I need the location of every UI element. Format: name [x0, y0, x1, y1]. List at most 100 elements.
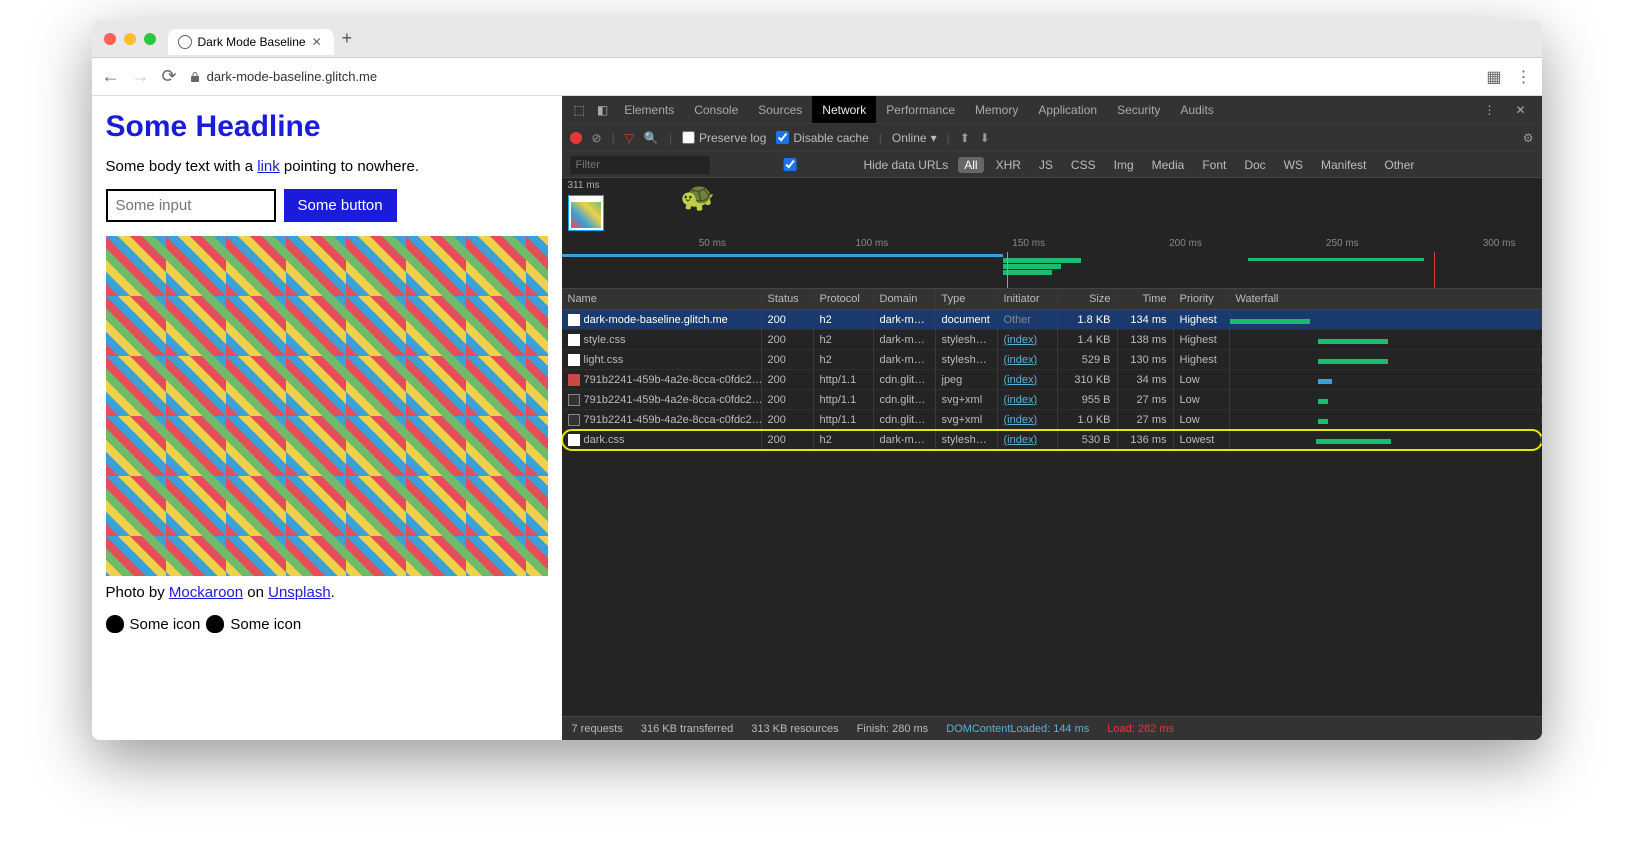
col-protocol[interactable]: Protocol [814, 289, 874, 309]
file-icon [568, 414, 580, 426]
filter-input[interactable] [570, 156, 710, 174]
col-status[interactable]: Status [762, 289, 814, 309]
network-row[interactable]: 791b2241-459b-4a2e-8cca-c0fdc2…200http/1… [562, 370, 1542, 390]
network-row[interactable]: light.css200h2dark-mo…stylesheet(index)5… [562, 350, 1542, 370]
network-row[interactable]: 791b2241-459b-4a2e-8cca-c0fdc2…200http/1… [562, 390, 1542, 410]
initiator-link[interactable]: (index) [1004, 334, 1038, 346]
filter-type-media[interactable]: Media [1146, 157, 1191, 173]
overview-chart[interactable] [562, 252, 1542, 288]
clear-icon[interactable]: ⊘ [592, 131, 602, 145]
col-name[interactable]: Name [562, 289, 762, 309]
input-row: Some button [106, 189, 548, 222]
devtools-tab-application[interactable]: Application [1028, 96, 1107, 123]
photo-caption: Photo by Mockaroon on Unsplash. [106, 584, 548, 601]
tab-title: Dark Mode Baseline [198, 35, 306, 49]
filter-icon[interactable]: ▽ [625, 131, 634, 145]
bulb-icon [106, 615, 124, 633]
settings-icon[interactable]: ⚙ [1523, 131, 1534, 145]
record-icon[interactable] [570, 132, 582, 144]
throttling-select[interactable]: Online▾ [892, 131, 937, 145]
col-time[interactable]: Time [1118, 289, 1174, 309]
col-priority[interactable]: Priority [1174, 289, 1230, 309]
col-domain[interactable]: Domain [874, 289, 936, 309]
hide-urls-checkbox[interactable]: Hide data URLs [720, 158, 949, 172]
content-area: Some Headline Some body text with a link… [92, 96, 1542, 740]
minimize-window-button[interactable] [124, 33, 136, 45]
network-grid: Name Status Protocol Domain Type Initiat… [562, 289, 1542, 716]
back-button[interactable]: ← [102, 66, 120, 87]
col-size[interactable]: Size [1058, 289, 1118, 309]
time-ruler: 50 ms 100 ms 150 ms 200 ms 250 ms 300 ms [562, 238, 1542, 252]
search-icon[interactable]: 🔍 [644, 131, 659, 145]
filter-type-other[interactable]: Other [1378, 157, 1420, 173]
col-waterfall[interactable]: Waterfall [1230, 289, 1542, 309]
filter-type-xhr[interactable]: XHR [990, 157, 1027, 173]
devtools-tab-console[interactable]: Console [684, 96, 748, 123]
network-row[interactable]: dark-mode-baseline.glitch.me200h2dark-mo… [562, 310, 1542, 330]
file-icon [568, 374, 580, 386]
file-icon [568, 314, 580, 326]
col-type[interactable]: Type [936, 289, 998, 309]
device-toggle-icon[interactable]: ◧ [591, 96, 614, 123]
network-row[interactable]: style.css200h2dark-mo…stylesheet(index)1… [562, 330, 1542, 350]
disable-cache-checkbox[interactable]: Disable cache [776, 131, 868, 145]
reload-button[interactable]: ⟳ [162, 66, 177, 87]
devtools-close-icon[interactable]: ✕ [1505, 96, 1535, 123]
preserve-log-checkbox[interactable]: Preserve log [682, 131, 766, 145]
devtools-tab-audits[interactable]: Audits [1170, 96, 1223, 123]
inspect-icon[interactable]: ⬚ [568, 96, 591, 123]
new-tab-button[interactable]: + [342, 28, 353, 49]
status-dcl: DOMContentLoaded: 144 ms [946, 723, 1089, 735]
devtools-tab-performance[interactable]: Performance [876, 96, 965, 123]
close-window-button[interactable] [104, 33, 116, 45]
status-bar: 7 requests 316 KB transferred 313 KB res… [562, 716, 1542, 740]
initiator-link[interactable]: (index) [1004, 394, 1038, 406]
initiator-link[interactable]: (index) [1004, 354, 1038, 366]
body-link[interactable]: link [257, 158, 280, 175]
filmstrip-thumb[interactable] [568, 195, 604, 231]
network-row[interactable]: 791b2241-459b-4a2e-8cca-c0fdc2…200http/1… [562, 410, 1542, 430]
col-initiator[interactable]: Initiator [998, 289, 1058, 309]
filter-type-css[interactable]: CSS [1065, 157, 1102, 173]
some-button[interactable]: Some button [284, 189, 397, 222]
site-link[interactable]: Unsplash [268, 584, 331, 601]
devtools-tab-security[interactable]: Security [1107, 96, 1170, 123]
devtools-tabs: ⬚ ◧ ElementsConsoleSourcesNetworkPerform… [562, 96, 1542, 124]
filter-type-all[interactable]: All [958, 157, 983, 173]
extension-icons: ▦ ⋮ [1486, 67, 1531, 87]
close-tab-icon[interactable]: ✕ [312, 35, 324, 49]
address-bar: ← → ⟳ dark-mode-baseline.glitch.me ▦ ⋮ [92, 58, 1542, 96]
url-text: dark-mode-baseline.glitch.me [207, 69, 378, 84]
devtools-tab-memory[interactable]: Memory [965, 96, 1028, 123]
devtools-more-icon[interactable]: ⋮ [1473, 96, 1505, 123]
author-link[interactable]: Mockaroon [169, 584, 243, 601]
network-row[interactable]: dark.css200h2dark-mo…stylesheet(index)53… [562, 430, 1542, 450]
initiator-link[interactable]: (index) [1004, 434, 1038, 446]
filter-type-js[interactable]: JS [1033, 157, 1059, 173]
some-input[interactable] [106, 189, 276, 222]
initiator-link[interactable]: (index) [1004, 374, 1038, 386]
download-icon[interactable]: ⬇ [980, 131, 990, 145]
candy-image [106, 236, 548, 576]
upload-icon[interactable]: ⬆ [960, 131, 970, 145]
filter-type-ws[interactable]: WS [1278, 157, 1309, 173]
devtools-tab-sources[interactable]: Sources [748, 96, 812, 123]
devtools-tab-elements[interactable]: Elements [614, 96, 684, 123]
filter-type-manifest[interactable]: Manifest [1315, 157, 1372, 173]
file-icon [568, 334, 580, 346]
url-box[interactable]: dark-mode-baseline.glitch.me [189, 69, 378, 84]
filter-type-doc[interactable]: Doc [1238, 157, 1271, 173]
maximize-window-button[interactable] [144, 33, 156, 45]
menu-button[interactable]: ⋮ [1516, 67, 1532, 87]
initiator-link[interactable]: (index) [1004, 414, 1038, 426]
filter-row: Hide data URLs All XHR JS CSS Img Media Font Do… [562, 152, 1542, 178]
forward-button[interactable]: → [132, 66, 150, 87]
file-icon [568, 354, 580, 366]
filter-type-font[interactable]: Font [1196, 157, 1232, 173]
extension-icon[interactable]: ▦ [1486, 67, 1501, 87]
filter-type-img[interactable]: Img [1108, 157, 1140, 173]
devtools-tab-network[interactable]: Network [812, 96, 876, 123]
browser-tab[interactable]: Dark Mode Baseline ✕ [168, 29, 334, 55]
globe-icon [178, 35, 192, 49]
status-requests: 7 requests [572, 723, 623, 735]
